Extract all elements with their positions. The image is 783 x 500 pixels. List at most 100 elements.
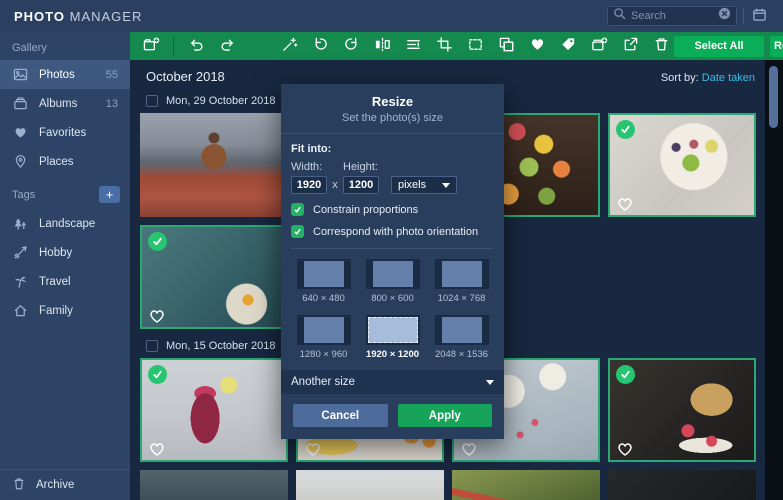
size-preset-option[interactable]: 800 × 600	[365, 259, 420, 304]
favorite-heart-icon[interactable]	[304, 441, 322, 457]
magic-wand-icon	[281, 36, 298, 56]
sidebar-item-label: Landscape	[39, 217, 96, 230]
sidebar-item-label: Photos	[39, 68, 75, 81]
add-tag-button[interactable]: +	[99, 186, 120, 203]
constrain-proportions-checkbox[interactable]: Constrain proportions	[291, 203, 494, 216]
share-button[interactable]	[617, 33, 643, 59]
archive-icon	[12, 476, 26, 494]
preset-size-label: 640 × 480	[302, 293, 345, 304]
item-count-badge: 55	[105, 68, 118, 81]
search-input[interactable]	[631, 10, 713, 22]
rotate-right-button[interactable]	[338, 33, 364, 59]
magic-wand-button[interactable]	[276, 33, 302, 59]
crop-button[interactable]	[431, 33, 457, 59]
size-preset-option[interactable]: 1920 × 1200	[365, 315, 420, 360]
favorite-heart-icon[interactable]	[616, 441, 634, 457]
photo-dark-coast[interactable]	[140, 470, 288, 500]
effects-button[interactable]	[493, 33, 519, 59]
group-date-checkbox[interactable]	[146, 95, 158, 107]
size-preset-option[interactable]: 1024 × 768	[434, 259, 489, 304]
preset-thumbnail	[296, 259, 351, 289]
height-label: Height:	[343, 161, 378, 173]
item-count-badge: 13	[105, 97, 118, 110]
straighten-button[interactable]	[400, 33, 426, 59]
size-preset-option[interactable]: 2048 × 1536	[434, 315, 489, 360]
canvas-size-button[interactable]	[462, 33, 488, 59]
photo-cave-arch[interactable]	[608, 470, 756, 500]
photo-green-hillside[interactable]	[452, 470, 600, 500]
rotate-left-button[interactable]	[307, 33, 333, 59]
dart-icon	[12, 245, 29, 260]
undo-icon	[188, 36, 205, 56]
sidebar-item-photos[interactable]: Photos 55	[0, 60, 130, 89]
sidebar-item-favorites[interactable]: Favorites	[0, 118, 130, 147]
vertical-scrollbar[interactable]	[765, 60, 783, 500]
height-field[interactable]	[343, 176, 379, 194]
preset-thumbnail	[434, 315, 489, 345]
tree-icon	[12, 216, 29, 231]
undo-button[interactable]	[183, 33, 209, 59]
flip-horizontal-button[interactable]	[369, 33, 395, 59]
tag-button[interactable]	[555, 33, 581, 59]
selected-check-icon	[148, 232, 167, 251]
rotate-left-icon	[312, 36, 329, 56]
photo-fruit-plate[interactable]	[608, 113, 756, 217]
preset-size-label: 1280 × 960	[299, 349, 348, 360]
photo-pancakes[interactable]	[608, 358, 756, 462]
correspond-orientation-checkbox[interactable]: Correspond with photo orientation	[291, 225, 494, 238]
width-field[interactable]	[291, 176, 327, 194]
scrollbar-thumb[interactable]	[769, 66, 778, 128]
gallery-section-header: Gallery	[12, 42, 47, 54]
another-size-dropdown[interactable]: Another size	[281, 370, 504, 394]
cancel-button[interactable]: Cancel	[293, 404, 388, 427]
sidebar-item-travel[interactable]: Travel	[0, 267, 130, 296]
add-to-album-button[interactable]	[586, 33, 612, 59]
unit-dropdown[interactable]: pixels	[391, 176, 457, 194]
apply-button[interactable]: Apply	[397, 404, 492, 427]
group-date-label: Mon, 29 October 2018	[166, 95, 276, 107]
group-date-checkbox[interactable]	[146, 340, 158, 352]
reset-selection-button[interactable]: Reset Selection	[770, 35, 783, 57]
sidebar-item-archive[interactable]: Archive	[0, 469, 130, 500]
photo-woman-crossing-street[interactable]	[140, 113, 288, 217]
calendar-filter-button[interactable]	[749, 6, 769, 26]
preset-size-label: 2048 × 1536	[434, 349, 489, 360]
rotate-right-icon	[343, 36, 360, 56]
preset-size-label: 1920 × 1200	[365, 349, 420, 360]
size-preset-option[interactable]: 640 × 480	[296, 259, 351, 304]
sort-value-link[interactable]: Date taken	[702, 72, 755, 84]
search-box[interactable]	[607, 6, 737, 26]
sidebar-item-places[interactable]: Places	[0, 147, 130, 176]
sidebar-item-landscape[interactable]: Landscape	[0, 209, 130, 238]
photo-rocky-coast[interactable]	[296, 470, 444, 500]
favorite-button[interactable]	[524, 33, 550, 59]
group-date-label: Mon, 15 October 2018	[166, 340, 276, 352]
preset-thumbnail	[296, 315, 351, 345]
delete-button[interactable]	[648, 33, 674, 59]
sidebar-item-label: Places	[39, 155, 74, 168]
tags-section-header: Tags +	[0, 176, 130, 209]
selected-check-icon	[616, 365, 635, 384]
photo-egg-plate-teal[interactable]	[140, 225, 288, 329]
preset-thumbnail	[434, 259, 489, 289]
favorite-heart-icon[interactable]	[616, 196, 634, 212]
sidebar-item-hobby[interactable]: Hobby	[0, 238, 130, 267]
preset-thumbnail	[365, 315, 420, 345]
favorite-heart-icon[interactable]	[460, 441, 478, 457]
favorite-heart-icon[interactable]	[148, 441, 166, 457]
size-preset-option[interactable]: 1280 × 960	[296, 315, 351, 360]
favorite-heart-icon[interactable]	[148, 308, 166, 324]
add-photos-button[interactable]	[138, 33, 164, 59]
select-all-button[interactable]: Select All	[674, 35, 764, 57]
preset-thumbnail	[365, 259, 420, 289]
sort-by: Sort by: Date taken	[660, 72, 755, 84]
flip-horizontal-icon	[374, 36, 391, 56]
top-bar: PHOTO MANAGER	[0, 0, 783, 32]
sidebar-item-family[interactable]: Family	[0, 296, 130, 325]
photo-berry-smoothie[interactable]	[140, 358, 288, 462]
redo-button[interactable]	[214, 33, 240, 59]
topbar-separator	[743, 8, 744, 24]
clear-search-icon[interactable]	[718, 7, 731, 25]
sidebar-item-albums[interactable]: Albums 13	[0, 89, 130, 118]
photo-manager-app: PHOTO MANAGER Gallery Photos 55 Albums 13 Fa…	[0, 0, 783, 500]
